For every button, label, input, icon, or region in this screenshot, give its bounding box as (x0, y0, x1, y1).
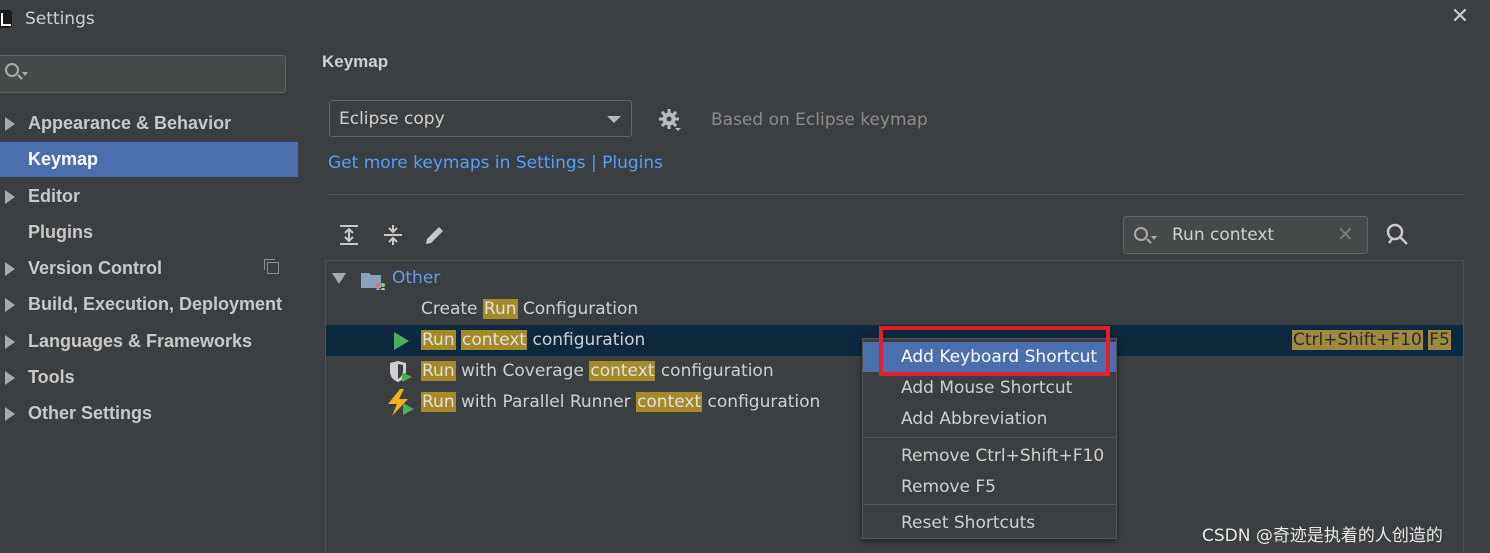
action-label: Run with Coverage context configuration (421, 356, 774, 387)
search-history-caret-icon[interactable] (22, 72, 28, 76)
search-match-highlight: Run (482, 299, 518, 319)
expand-arrow-icon[interactable] (5, 407, 15, 421)
project-level-copy-icon (264, 259, 279, 274)
sidebar-item-plugins[interactable]: Plugins (0, 215, 298, 250)
sidebar-item-label: Other Settings (28, 403, 153, 423)
expand-arrow-icon[interactable] (5, 190, 15, 204)
shortcut-badge: F5 (1428, 330, 1451, 350)
based-on-label: Based on Eclipse keymap (711, 110, 928, 130)
action-text: configuration (702, 392, 821, 412)
tree-row-create-run-configuration[interactable]: Create Run Configuration (326, 294, 1463, 325)
get-more-keymaps-link[interactable]: Get more keymaps in Settings | Plugins (328, 153, 663, 173)
lightning-run-icon (386, 389, 416, 428)
action-label: Run with Parallel Runner context configu… (421, 387, 820, 418)
settings-search-input[interactable] (0, 55, 286, 93)
find-by-shortcut-icon[interactable] (1383, 221, 1411, 249)
sidebar-item-label: Languages & Frameworks (28, 331, 253, 351)
expand-all-icon[interactable] (336, 222, 362, 248)
intellij-app-icon (0, 10, 12, 28)
collapse-all-icon[interactable] (380, 222, 406, 248)
action-text: with Parallel Runner (455, 392, 637, 412)
search-icon (1134, 227, 1148, 241)
window-title: Settings (25, 9, 95, 29)
menu-item-add-mouse-shortcut[interactable]: Add Mouse Shortcut (863, 373, 1116, 403)
action-text: with Coverage (455, 361, 590, 381)
tree-group-label: Other (392, 268, 441, 288)
sidebar-item-label: Appearance & Behavior (28, 113, 232, 133)
expand-arrow-icon[interactable] (5, 117, 15, 131)
menu-separator (863, 437, 1116, 438)
shortcut-badge: Ctrl+Shift+F10 (1292, 330, 1423, 350)
sidebar-item-languages-frameworks[interactable]: Languages & Frameworks (0, 324, 298, 359)
expand-arrow-icon[interactable] (5, 298, 15, 312)
sidebar-item-editor[interactable]: Editor (0, 179, 298, 214)
search-match-highlight: Run (421, 361, 456, 381)
search-history-caret-icon[interactable] (1151, 236, 1157, 240)
sidebar-item-label: Keymap (28, 149, 99, 169)
action-label: Run context configuration (421, 325, 645, 356)
action-label: Create Run Configuration (421, 294, 638, 325)
collapse-arrow-icon[interactable] (332, 273, 346, 284)
search-match-highlight: context (589, 361, 656, 381)
sidebar-item-keymap[interactable]: Keymap (0, 142, 298, 177)
keymap-search-value: Run context (1172, 225, 1275, 245)
sidebar-item-tools[interactable]: Tools (0, 360, 298, 395)
title-bar: Settings ✕ (0, 0, 1490, 40)
action-text: configuration (527, 330, 646, 350)
menu-item-remove-f5[interactable]: Remove F5 (863, 472, 1116, 502)
search-match-highlight: context (461, 330, 528, 350)
close-icon[interactable]: ✕ (1448, 6, 1472, 30)
chevron-down-icon (607, 116, 621, 123)
watermark: CSDN @奇迹是执着的人创造的 (1202, 526, 1443, 546)
action-text: Configuration (517, 299, 639, 319)
gear-icon[interactable] (658, 108, 681, 131)
sidebar-item-other-settings[interactable]: Other Settings (0, 396, 298, 431)
keymap-search-input[interactable]: Run context ✕ (1123, 216, 1368, 254)
search-icon (5, 63, 19, 77)
action-text: configuration (655, 361, 774, 381)
page-title: Keymap (322, 52, 389, 71)
sidebar-item-label: Plugins (28, 222, 94, 242)
search-match-highlight: Run (421, 392, 456, 412)
search-match-highlight: context (636, 392, 703, 412)
menu-item-remove-ctrl-shift-f10[interactable]: Remove Ctrl+Shift+F10 (863, 441, 1116, 471)
clear-search-icon[interactable]: ✕ (1337, 222, 1354, 246)
sidebar-item-label: Build, Execution, Deployment (28, 294, 283, 314)
edit-pencil-icon[interactable] (422, 222, 448, 248)
menu-item-reset-shortcuts[interactable]: Reset Shortcuts (863, 508, 1116, 538)
sidebar-item-label: Tools (28, 367, 75, 387)
settings-sidebar: Appearance & Behavior Keymap Editor Plug… (0, 40, 298, 553)
expand-arrow-icon[interactable] (5, 262, 15, 276)
keymap-dropdown-value: Eclipse copy (339, 109, 445, 129)
search-match-highlight: Run (421, 330, 456, 350)
menu-separator (863, 504, 1116, 505)
folder-icon (361, 270, 385, 292)
keymap-dropdown[interactable]: Eclipse copy (329, 100, 632, 137)
sidebar-item-label: Editor (28, 186, 80, 206)
shortcut-context-menu: Add Keyboard Shortcut Add Mouse Shortcut… (862, 338, 1117, 539)
action-text: Create (421, 299, 483, 319)
expand-arrow-icon[interactable] (5, 371, 15, 385)
sidebar-item-build-execution-deployment[interactable]: Build, Execution, Deployment (0, 287, 298, 322)
menu-item-add-keyboard-shortcut[interactable]: Add Keyboard Shortcut (863, 342, 1116, 372)
expand-arrow-icon[interactable] (5, 335, 15, 349)
sidebar-item-label: Version Control (28, 258, 163, 278)
divider (328, 194, 1464, 195)
menu-item-add-abbreviation[interactable]: Add Abbreviation (863, 404, 1116, 434)
sidebar-item-appearance-behavior[interactable]: Appearance & Behavior (0, 106, 298, 141)
tree-group-other[interactable]: Other (326, 263, 1463, 294)
sidebar-item-version-control[interactable]: Version Control (0, 251, 298, 286)
shortcut-badges: Ctrl+Shift+F10 F5 (1292, 327, 1451, 353)
